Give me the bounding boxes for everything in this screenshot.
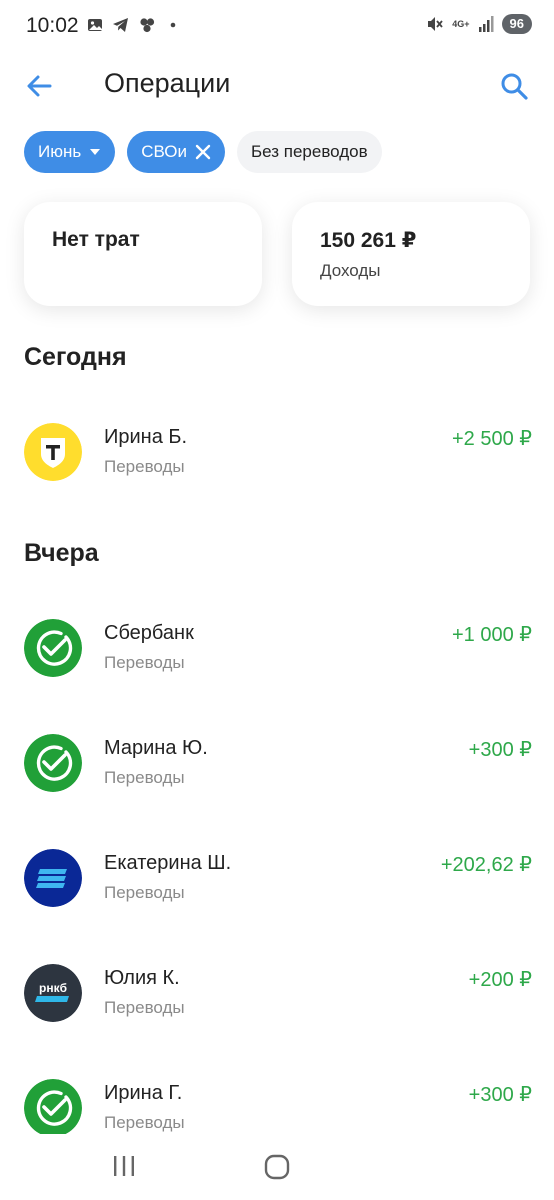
telegram-icon (113, 18, 128, 32)
more-notifications-icon (170, 22, 176, 28)
transaction-category: Переводы (104, 883, 185, 902)
back-button[interactable] (22, 68, 58, 104)
no-transfers-chip[interactable]: Без переводов (237, 131, 382, 173)
rncb-logo-icon: рнкб (24, 964, 82, 1022)
transaction-amount: +200 ₽ (468, 969, 532, 991)
transaction-category: Переводы (104, 1113, 185, 1132)
transaction-row[interactable]: Сбербанк Переводы +1 000 ₽ (24, 619, 532, 699)
vtb-logo-icon (24, 849, 82, 907)
transaction-name: Ирина Б. (104, 426, 188, 448)
sber-logo-icon (24, 734, 82, 792)
transaction-amount: +300 ₽ (468, 1084, 532, 1106)
transaction-name: Юлия К. (104, 967, 180, 989)
transaction-name: Екатерина Ш. (104, 852, 232, 874)
transaction-row[interactable]: рнкб Юлия К. Переводы +200 ₽ (24, 964, 532, 1044)
sber-logo-icon (24, 619, 82, 677)
transaction-row[interactable]: Ирина Б. Переводы +2 500 ₽ (24, 423, 532, 503)
transaction-name: Сбербанк (104, 622, 194, 644)
page-title: Операции (104, 68, 231, 98)
home-icon (264, 1154, 290, 1180)
income-card[interactable]: 150 261 ₽ Доходы (292, 202, 530, 306)
transaction-category: Переводы (104, 653, 185, 672)
income-amount: 150 261 ₽ (320, 229, 417, 252)
expenses-card[interactable]: Нет трат (24, 202, 262, 306)
transaction-category: Переводы (104, 768, 185, 787)
transaction-amount: +300 ₽ (468, 739, 532, 761)
app-header: Операции (0, 56, 554, 116)
month-filter-label: Июнь (38, 142, 82, 161)
notification-icons (86, 16, 182, 34)
transaction-name: Марина Ю. (104, 737, 208, 759)
home-button[interactable] (264, 1154, 290, 1180)
sber-logo-icon (24, 1079, 82, 1137)
section-yesterday-title: Вчера (24, 539, 99, 567)
transaction-name: Ирина Г. (104, 1082, 183, 1104)
close-icon[interactable] (195, 144, 211, 160)
transaction-amount: +2 500 ₽ (451, 428, 532, 450)
arrow-left-icon (27, 75, 52, 97)
signal-icon (478, 16, 494, 32)
status-time: 10:02 (26, 14, 79, 37)
transaction-row[interactable]: Марина Ю. Переводы +300 ₽ (24, 734, 532, 814)
income-label: Доходы (320, 261, 381, 280)
section-today-title: Сегодня (24, 343, 127, 371)
expenses-label: Нет трат (52, 228, 140, 251)
month-filter-chip[interactable]: Июнь (24, 131, 116, 173)
summary-cards: Нет трат 150 261 ₽ Доходы (24, 202, 530, 306)
status-bar: 10:02 4G+ 96 (0, 0, 554, 56)
system-indicators: 4G+ 96 (424, 14, 532, 34)
recent-apps-button[interactable] (112, 1154, 136, 1178)
tbank-logo-icon (24, 423, 82, 481)
system-navigation-bar (0, 1134, 554, 1200)
transaction-amount: +202,62 ₽ (440, 854, 532, 876)
recents-icon (114, 1156, 134, 1176)
category-filter-label: СВОи (141, 142, 187, 161)
transaction-category: Переводы (104, 998, 185, 1017)
app-icon (140, 18, 155, 33)
transaction-row[interactable]: Екатерина Ш. Переводы +202,62 ₽ (24, 849, 532, 929)
transaction-category: Переводы (104, 457, 185, 476)
battery-indicator: 96 (501, 14, 532, 34)
search-button[interactable] (496, 68, 532, 104)
network-type: 4G+ (452, 18, 470, 29)
dropdown-arrow-icon (89, 148, 101, 156)
no-transfers-label: Без переводов (251, 142, 368, 161)
filter-chips: Июнь СВОи Без переводов (24, 131, 382, 173)
mute-icon (428, 17, 443, 31)
transaction-amount: +1 000 ₽ (451, 624, 532, 646)
gallery-icon (88, 19, 102, 31)
svg-text:рнкб: рнкб (39, 981, 67, 995)
search-icon (501, 73, 528, 100)
category-filter-chip[interactable]: СВОи (127, 131, 225, 173)
